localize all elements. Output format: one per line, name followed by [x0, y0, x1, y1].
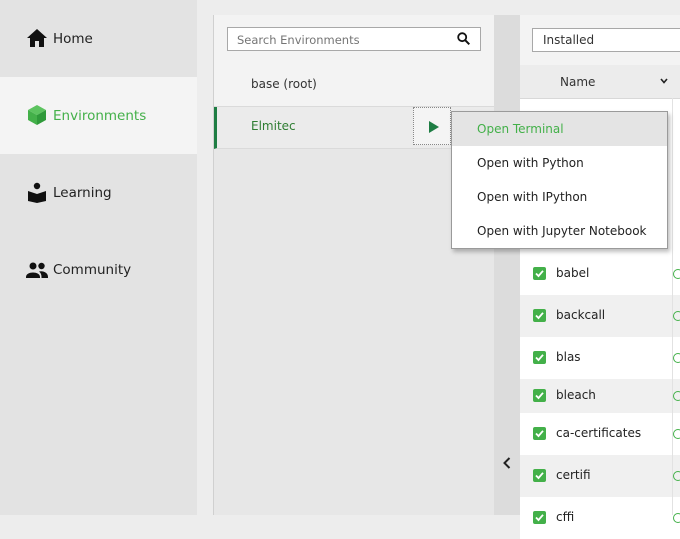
- nav-label-learning: Learning: [53, 184, 112, 201]
- package-checkbox[interactable]: [533, 309, 546, 322]
- search-environments-field[interactable]: [227, 27, 481, 51]
- check-icon: [535, 430, 544, 438]
- package-status-icon: [673, 353, 680, 363]
- package-row[interactable]: certifi: [520, 455, 680, 497]
- menu-item-open-with-ipython[interactable]: Open with IPython: [452, 180, 667, 214]
- menu-item-open-with-jupyter-notebook[interactable]: Open with Jupyter Notebook: [452, 214, 667, 248]
- play-button[interactable]: [413, 107, 451, 145]
- name-column-header[interactable]: Name: [520, 65, 680, 99]
- package-status-icon: [673, 311, 680, 321]
- environments-panel: base (root) Elmitec: [213, 15, 495, 515]
- menu-item-open-terminal[interactable]: Open Terminal: [452, 112, 667, 146]
- check-icon: [535, 312, 544, 320]
- package-checkbox[interactable]: [533, 267, 546, 280]
- panel-divider: [494, 15, 520, 515]
- package-row[interactable]: backcall: [520, 295, 680, 337]
- check-icon: [535, 354, 544, 362]
- home-icon: [27, 29, 47, 47]
- package-name: blas: [556, 350, 581, 364]
- nav-item-environments[interactable]: Environments: [0, 77, 197, 154]
- environment-name: Elmitec: [251, 119, 296, 133]
- menu-item-open-with-python[interactable]: Open with Python: [452, 146, 667, 180]
- package-row[interactable]: blas: [520, 337, 680, 379]
- environments-header: [214, 15, 495, 66]
- package-name: backcall: [556, 308, 606, 322]
- sidebar-nav: Home Environments Learning Community: [0, 0, 197, 515]
- package-filter-value: Installed: [543, 33, 595, 47]
- menu-item-label: Open Terminal: [477, 122, 564, 136]
- package-checkbox[interactable]: [533, 469, 546, 482]
- package-name: certifi: [556, 468, 591, 482]
- environment-name: base (root): [251, 77, 317, 91]
- nav-label-community: Community: [53, 261, 132, 278]
- check-icon: [535, 270, 544, 278]
- package-name: cffi: [556, 510, 575, 524]
- nav-label-environments: Environments: [53, 107, 147, 124]
- packages-toolbar: Installed: [520, 15, 680, 66]
- people-icon: [26, 262, 48, 278]
- package-row[interactable]: ca-certificates: [520, 413, 680, 455]
- packages-panel: Installed Name babel backcall blas bleach ca…: [520, 15, 680, 539]
- book-reader-icon: [28, 182, 46, 203]
- column-divider: [672, 98, 673, 515]
- nav-item-community[interactable]: Community: [0, 231, 197, 308]
- menu-item-label: Open with IPython: [477, 190, 588, 204]
- environment-context-menu: Open Terminal Open with Python Open with…: [451, 111, 668, 249]
- search-icon[interactable]: [457, 32, 470, 45]
- check-icon: [535, 472, 544, 480]
- name-column-label: Name: [560, 75, 596, 89]
- package-name: babel: [556, 266, 590, 280]
- search-environments-input[interactable]: [235, 29, 459, 51]
- package-status-icon: [673, 471, 680, 481]
- package-name: bleach: [556, 388, 596, 402]
- package-row[interactable]: cffi: [520, 497, 680, 539]
- package-name: ca-certificates: [556, 426, 642, 440]
- menu-item-label: Open with Jupyter Notebook: [477, 224, 647, 238]
- collapse-chevron-icon[interactable]: [500, 456, 514, 470]
- package-row[interactable]: bleach: [520, 379, 680, 413]
- cube-icon: [28, 105, 46, 125]
- nav-label-home: Home: [53, 30, 93, 47]
- menu-item-label: Open with Python: [477, 156, 584, 170]
- package-checkbox[interactable]: [533, 427, 546, 440]
- nav-item-learning[interactable]: Learning: [0, 154, 197, 231]
- package-checkbox[interactable]: [533, 389, 546, 402]
- check-icon: [535, 392, 544, 400]
- package-status-icon: [673, 429, 680, 439]
- check-icon: [535, 514, 544, 522]
- play-icon: [429, 121, 439, 133]
- package-checkbox[interactable]: [533, 511, 546, 524]
- package-row[interactable]: babel: [520, 253, 680, 295]
- chevron-down-icon[interactable]: [660, 77, 668, 85]
- package-status-icon: [673, 269, 680, 279]
- environment-item-base[interactable]: base (root): [214, 65, 495, 107]
- nav-item-home[interactable]: Home: [0, 0, 197, 77]
- package-filter-select[interactable]: Installed: [532, 28, 680, 52]
- package-checkbox[interactable]: [533, 351, 546, 364]
- package-status-icon: [673, 391, 680, 401]
